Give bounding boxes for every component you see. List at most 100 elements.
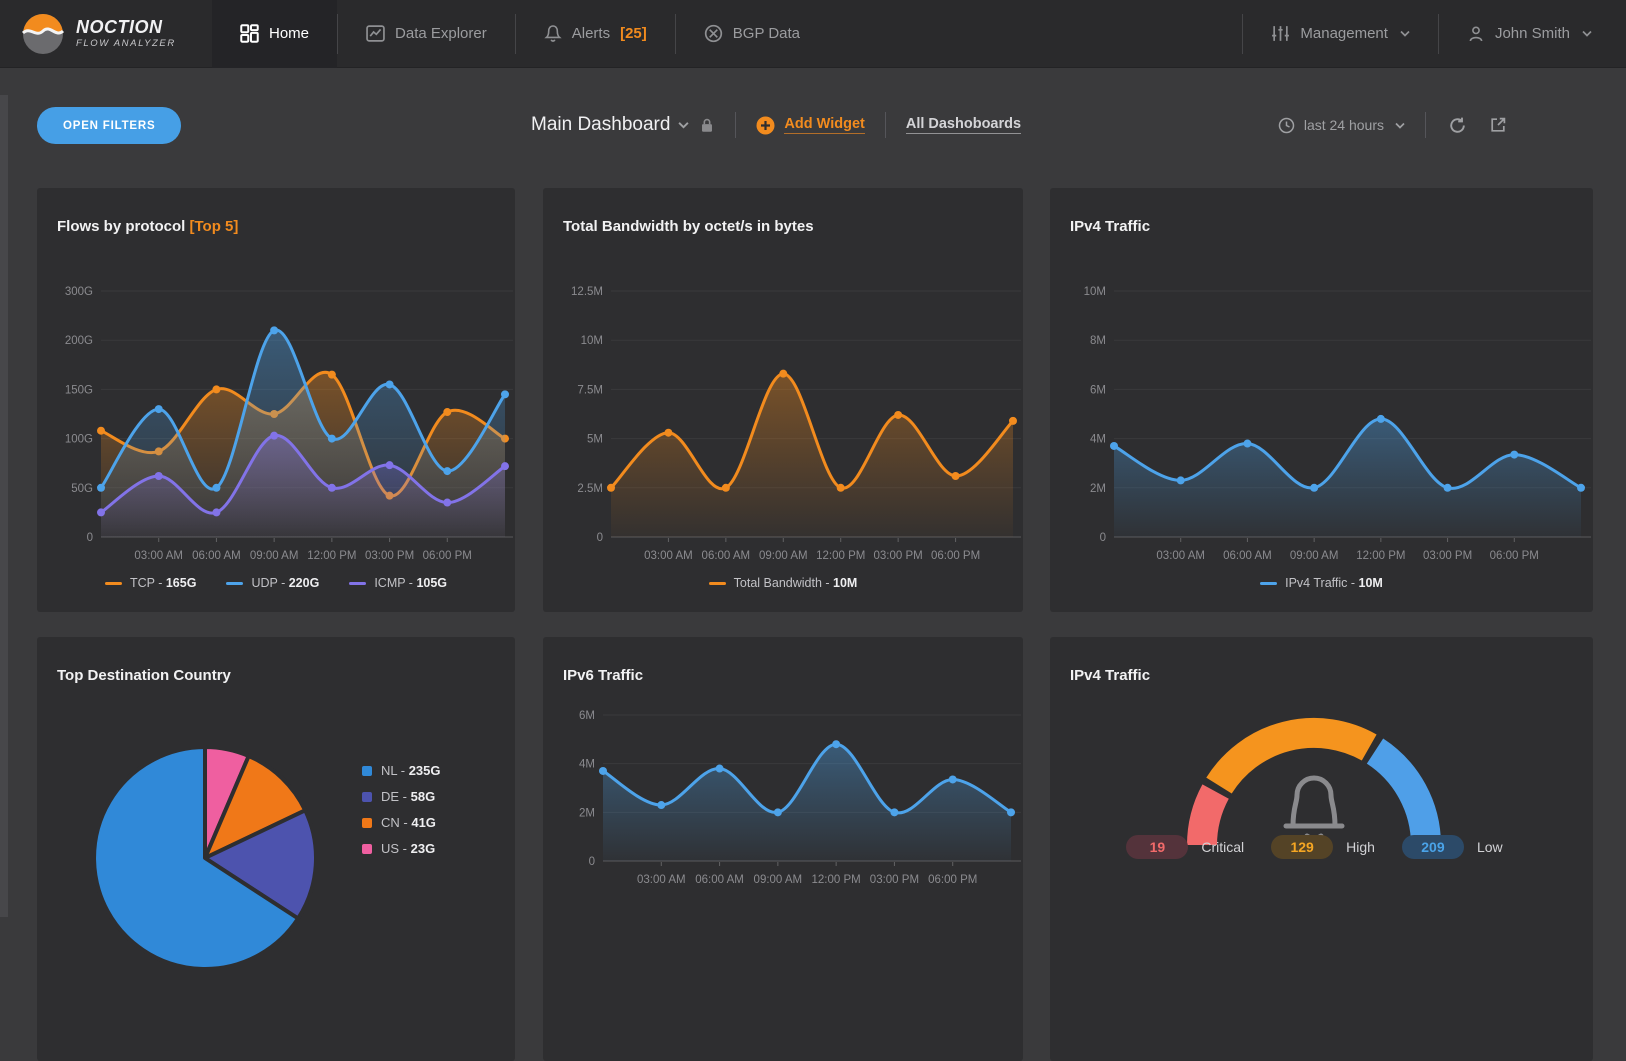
svg-text:6M: 6M [579,710,595,722]
ipv6-traffic-line-chart[interactable]: 02M4M6M03:00 AM06:00 AM09:00 AM12:00 PM0… [563,697,1023,909]
user-name-label: John Smith [1495,25,1570,42]
nav-item-label: Home [269,25,309,42]
legend-color-mark [362,792,372,802]
time-range-select[interactable]: last 24 hours [1278,117,1405,134]
toolbar-divider [1425,112,1426,138]
nav-item-bgp-data[interactable]: BGP Data [676,0,828,68]
widget-ipv6-traffic: IPv6 Traffic 02M4M6M03:00 AM06:00 AM09:0… [543,637,1023,1061]
svg-text:03:00 PM: 03:00 PM [365,550,414,562]
svg-text:6M: 6M [1090,384,1106,396]
svg-text:03:00 AM: 03:00 AM [637,874,686,886]
user-icon [1467,25,1485,43]
widget-title: IPv4 Traffic [1070,667,1150,684]
flows-by-protocol-line-chart[interactable]: 050G100G150G200G300G03:00 AM06:00 AM09:0… [57,263,515,575]
legend-item[interactable]: ICMP - 105G [349,576,447,590]
legend-item[interactable]: UDP - 220G [226,576,319,590]
svg-text:03:00 AM: 03:00 AM [134,550,183,562]
svg-text:2M: 2M [1090,483,1106,495]
pie-legend-item[interactable]: DE - 58G [362,789,441,804]
svg-text:5M: 5M [587,434,603,446]
svg-text:150G: 150G [65,384,93,396]
widget-ipv4-traffic-gauge: IPv4 Traffic 19Critical129High209Low [1050,637,1593,1061]
total-bandwidth-line-chart[interactable]: 02.5M5M7.5M10M12.5M03:00 AM06:00 AM09:00… [563,263,1023,575]
destination-country-pie-chart[interactable] [57,727,357,1027]
widget-title: IPv4 Traffic [1070,218,1150,235]
threshold-label: High [1346,839,1375,855]
widget-title: IPv6 Traffic [563,667,643,684]
svg-text:03:00 AM: 03:00 AM [1156,550,1205,562]
dashboard-title[interactable]: Main Dashboard [531,114,670,136]
nav-item-label: BGP Data [733,25,800,42]
open-filters-button[interactable]: OPEN FILTERS [37,107,181,144]
chevron-down-icon [1582,30,1592,37]
chart-legend: IPv4 Traffic - 10M [1050,576,1593,590]
svg-text:03:00 AM: 03:00 AM [644,550,693,562]
nav-item-label: Data Explorer [395,25,487,42]
widget-total-bandwidth: Total Bandwidth by octet/s in bytes 0 2.5… [543,188,1023,612]
lock-icon[interactable] [699,117,715,134]
svg-text:06:00 PM: 06:00 PM [1490,550,1539,562]
svg-text:12:00 PM: 12:00 PM [307,550,356,562]
nav-item-alerts[interactable]: Alerts [25] [516,0,675,68]
svg-text:03:00 PM: 03:00 PM [870,874,919,886]
svg-text:12:00 PM: 12:00 PM [812,874,861,886]
svg-text:0: 0 [1100,532,1106,544]
svg-text:100G: 100G [65,434,93,446]
legend-item[interactable]: IPv4 Traffic - 10M [1260,576,1383,590]
legend-color-mark [362,818,372,828]
pie-legend-item[interactable]: US - 23G [362,841,441,856]
threshold-label: Critical [1201,839,1244,855]
ipv4-traffic-line-chart[interactable]: 02M4M6M8M10M03:00 AM06:00 AM09:00 AM12:0… [1070,263,1593,575]
legend-item[interactable]: TCP - 165G [105,576,196,590]
svg-text:03:00 PM: 03:00 PM [1423,550,1472,562]
brand[interactable]: NOCTION FLOW ANALYZER [0,13,212,55]
add-widget-label: Add Widget [784,116,864,134]
nav-item-home[interactable]: Home [212,0,337,68]
gauge-threshold-badges: 19Critical129High209Low [1070,835,1573,859]
svg-text:0: 0 [597,532,603,544]
noction-logo-icon [22,13,64,55]
legend-color-mark [226,582,243,585]
external-link-icon[interactable] [1489,116,1507,134]
pie-legend-item[interactable]: NL - 235G [362,763,441,778]
chevron-down-icon [1395,122,1405,129]
svg-text:50G: 50G [71,483,93,495]
bell-icon [544,24,562,43]
add-widget-button[interactable]: Add Widget [756,116,864,135]
nav-item-management[interactable]: Management [1243,0,1438,68]
svg-text:2M: 2M [579,807,595,819]
widget-flows-by-protocol: Flows by protocol [Top 5] 050G100G150G20… [37,188,515,612]
svg-text:4M: 4M [1090,434,1106,446]
chevron-down-icon[interactable] [678,121,689,129]
plus-circle-icon [756,116,775,135]
svg-text:06:00 AM: 06:00 AM [695,874,744,886]
widget-title: Top Destination Country [57,667,231,684]
svg-text:09:00 AM: 09:00 AM [250,550,299,562]
chart-legend: TCP - 165G UDP - 220G ICMP - 105G [37,576,515,590]
svg-text:2.5M: 2.5M [577,483,603,495]
brand-subtitle: FLOW ANALYZER [76,39,176,49]
widget-title: Total Bandwidth by octet/s in bytes [563,218,814,235]
all-dashboards-link[interactable]: All Dashoboards [906,116,1021,134]
legend-color-mark [349,582,366,585]
sliders-icon [1271,24,1290,43]
threshold-count-badge[interactable]: 19 [1126,835,1188,859]
nav-item-label: Alerts [572,25,610,42]
collapsed-filter-panel-edge[interactable] [0,95,8,917]
chart-icon [366,24,385,43]
widget-title: Flows by protocol [Top 5] [57,218,238,235]
refresh-button[interactable] [1448,116,1467,135]
nav-item-user-menu[interactable]: John Smith [1439,0,1626,68]
nav-item-data-explorer[interactable]: Data Explorer [338,0,515,68]
threshold-count-badge[interactable]: 129 [1271,835,1333,859]
toolbar-divider [885,112,886,138]
legend-color-mark [105,582,122,585]
svg-text:10M: 10M [1084,286,1106,298]
threshold-count-badge[interactable]: 209 [1402,835,1464,859]
pie-legend-item[interactable]: CN - 41G [362,815,441,830]
time-range-label: last 24 hours [1304,117,1384,133]
legend-item[interactable]: Total Bandwidth - 10M [709,576,858,590]
pie-legend: NL - 235G DE - 58G CN - 41G US - 23G [362,763,441,856]
svg-text:09:00 AM: 09:00 AM [1290,550,1339,562]
svg-text:06:00 AM: 06:00 AM [702,550,751,562]
